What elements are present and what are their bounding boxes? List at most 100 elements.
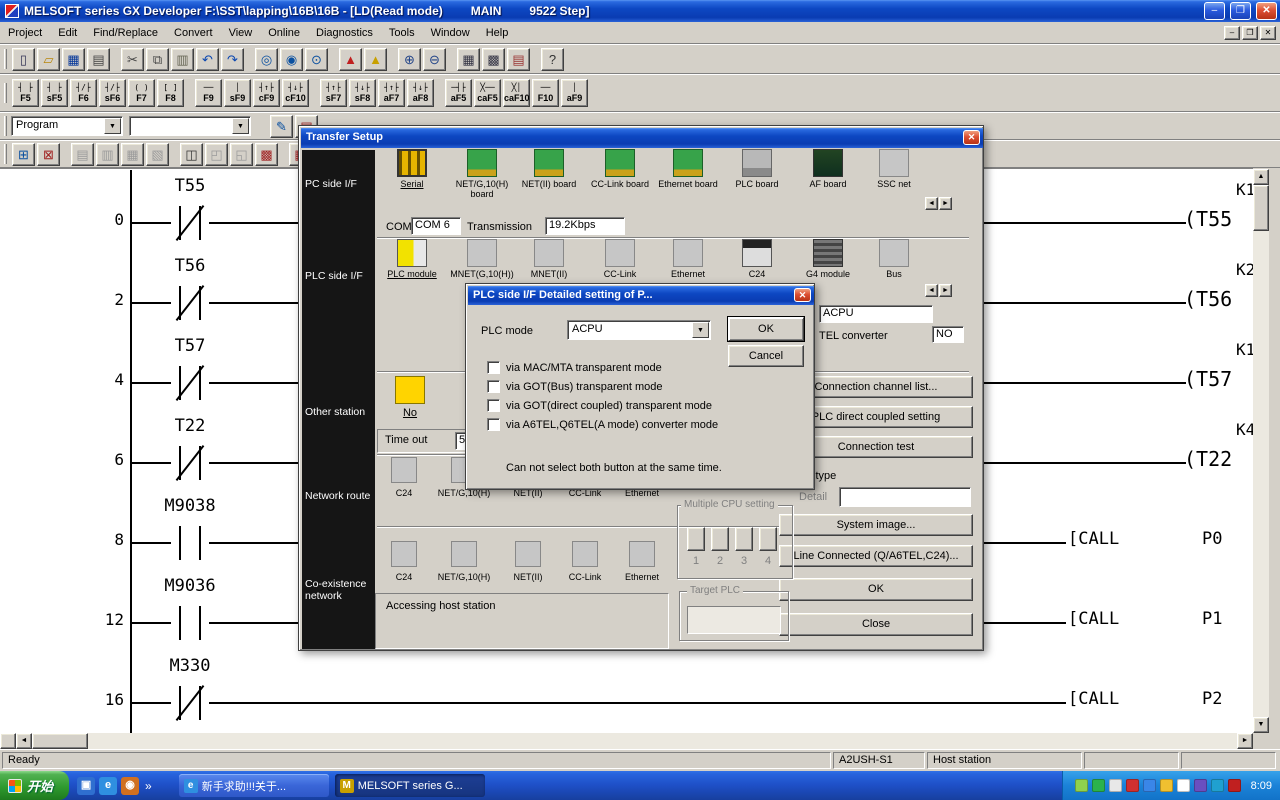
scroll-left-button[interactable]: ◄ — [16, 733, 32, 749]
scroll-right-button[interactable]: ► — [1237, 733, 1253, 749]
sidebar-section-network-route[interactable]: Network route — [305, 490, 371, 502]
cpu-slot-1[interactable] — [687, 527, 705, 551]
fkey-f10-button[interactable]: ──F10 — [532, 79, 559, 107]
open-folder-button[interactable]: ▱ — [37, 48, 60, 71]
monitor-start-button[interactable]: ◱ — [230, 143, 253, 166]
menu-item-convert[interactable]: Convert — [166, 23, 221, 43]
interface-item-bus[interactable]: Bus — [861, 239, 927, 279]
fkey-caf5-button[interactable]: ╳──caF5 — [474, 79, 501, 107]
plc-mode-select[interactable]: ACPU ▼ — [567, 320, 711, 340]
interface-item-mnet-ii[interactable]: MNET(II) — [516, 239, 582, 279]
module-icon[interactable] — [629, 541, 655, 567]
interface-item-ssc-net[interactable]: SSC net — [861, 149, 927, 189]
interface-item-serial[interactable]: Serial — [379, 149, 445, 189]
device-comment-button[interactable]: ⊠ — [37, 143, 60, 166]
toolbar-grip[interactable] — [4, 116, 7, 136]
cpu-slot-4[interactable] — [759, 527, 777, 551]
module-icon[interactable] — [451, 541, 477, 567]
write-mode-button[interactable]: ◫ — [180, 143, 203, 166]
fkey-af8-button[interactable]: ┤↓├aF8 — [407, 79, 434, 107]
copy-button[interactable]: ⧉ — [146, 48, 169, 71]
close-icon[interactable]: ✕ — [794, 288, 811, 302]
restore-button[interactable]: ❐ — [1230, 2, 1251, 20]
program-select[interactable]: Program ▼ — [11, 116, 123, 136]
fkey-af5-button[interactable]: ─┤├aF5 — [445, 79, 472, 107]
tray-icon-6[interactable] — [1160, 779, 1173, 792]
undo-button[interactable]: ↶ — [196, 48, 219, 71]
interface-item-cc-link-board[interactable]: CC-Link board — [587, 149, 653, 189]
interface-item-g4-module[interactable]: G4 module — [795, 239, 861, 279]
fkey-af9-button[interactable]: │aF9 — [561, 79, 588, 107]
fkey-sf7-button[interactable]: ┤↑├sF7 — [320, 79, 347, 107]
scroll-right-icon[interactable]: ► — [939, 284, 952, 297]
menu-item-view[interactable]: View — [221, 23, 261, 43]
close-icon[interactable]: ✕ — [963, 130, 980, 145]
menu-item-tools[interactable]: Tools — [381, 23, 423, 43]
fkey-sf8-button[interactable]: ┤↓├sF8 — [349, 79, 376, 107]
find-button[interactable]: ◎ — [255, 48, 278, 71]
menu-item-project[interactable]: Project — [0, 23, 50, 43]
cancel-button[interactable]: Cancel — [728, 345, 804, 367]
menu-item-diagnostics[interactable]: Diagnostics — [308, 23, 381, 43]
chevron-down-icon[interactable]: ▼ — [692, 322, 709, 338]
fkey-af7-button[interactable]: ┤↑├aF7 — [378, 79, 405, 107]
interface-item-c24[interactable]: C24 — [724, 239, 790, 279]
vertical-scroll-thumb[interactable] — [1253, 185, 1269, 231]
paste-button[interactable]: ▥ — [171, 48, 194, 71]
scroll-down-button[interactable]: ▼ — [1253, 717, 1269, 733]
fkey-f6-button[interactable]: ┤/├F6 — [70, 79, 97, 107]
scroll-left-icon[interactable]: ◄ — [925, 197, 938, 210]
taskbar-task-1[interactable]: e新手求助!!!关于... — [179, 774, 329, 797]
taskbar-task-2[interactable]: MMELSOFT series G... — [335, 774, 485, 797]
tray-icon-4[interactable] — [1126, 779, 1139, 792]
module-icon[interactable] — [391, 457, 417, 483]
grid-button[interactable]: ▤ — [507, 48, 530, 71]
interface-item-cc-link[interactable]: CC-Link — [587, 239, 653, 279]
vertical-scrollbar[interactable]: ▲ ▼ — [1253, 169, 1269, 733]
sidebar-section-plc-side-i-f[interactable]: PLC side I/F — [305, 270, 371, 282]
ladder-view-button[interactable]: ▩ — [255, 143, 278, 166]
menu-item-window[interactable]: Window — [423, 23, 478, 43]
menu-item-online[interactable]: Online — [260, 23, 308, 43]
menu-item-find-replace[interactable]: Find/Replace — [85, 23, 166, 43]
menu-item-help[interactable]: Help — [478, 23, 517, 43]
fkey-f9-button[interactable]: ──F9 — [195, 79, 222, 107]
cpu-slot-3[interactable] — [735, 527, 753, 551]
fkey-f7-button[interactable]: ( )F7 — [128, 79, 155, 107]
no-connection-icon[interactable] — [395, 376, 425, 404]
interface-item-af-board[interactable]: AF board — [795, 149, 861, 189]
module-icon[interactable] — [572, 541, 598, 567]
plc-detail-titlebar[interactable]: PLC side I/F Detailed setting of P... ✕ — [468, 286, 814, 305]
system-image-button[interactable]: System image... — [779, 514, 973, 536]
checkbox[interactable] — [487, 399, 500, 412]
checkbox[interactable] — [487, 418, 500, 431]
line-connected-button[interactable]: Line Connected (Q/A6TEL,C24)... — [779, 545, 973, 567]
help-button[interactable]: ? — [541, 48, 564, 71]
interface-item-net-ii-board[interactable]: NET(II) board — [516, 149, 582, 189]
cut-button[interactable]: ✂ — [121, 48, 144, 71]
interface-item-ethernet[interactable]: Ethernet — [655, 239, 721, 279]
read-mode-button[interactable]: ◰ — [205, 143, 228, 166]
com-port-field[interactable]: COM 6 — [411, 217, 461, 235]
interface-item-net-g-10-h-board[interactable]: NET/G,10(H) board — [449, 149, 515, 199]
tray-icon-7[interactable] — [1177, 779, 1190, 792]
tray-icon-10[interactable] — [1228, 779, 1241, 792]
horizontal-scroll-thumb[interactable] — [32, 733, 88, 749]
find-device-button[interactable]: ◉ — [280, 48, 303, 71]
minimize-button[interactable]: – — [1204, 2, 1225, 20]
quicklaunch-overflow-chevron[interactable]: » — [145, 779, 152, 793]
device-test-button[interactable]: ▦ — [121, 143, 144, 166]
edit-ladder-button[interactable]: ✎ — [270, 115, 293, 138]
module-icon[interactable] — [391, 541, 417, 567]
interface-item-ethernet-board[interactable]: Ethernet board — [655, 149, 721, 189]
statement-button[interactable]: ▤ — [71, 143, 94, 166]
ok-button[interactable]: OK — [728, 317, 804, 341]
interface-item-plc-module[interactable]: PLC module — [379, 239, 445, 279]
print-button[interactable]: ▤ — [87, 48, 110, 71]
fkey-caf10-button[interactable]: ╳│caF10 — [503, 79, 530, 107]
fkey-f8-button[interactable]: [ ]F8 — [157, 79, 184, 107]
monitor-mode-button[interactable]: ▧ — [146, 143, 169, 166]
zoom-in-button[interactable]: ⊕ — [398, 48, 421, 71]
transfer-setup-titlebar[interactable]: Transfer Setup ✕ — [301, 128, 983, 148]
show-desktop-icon[interactable]: ▣ — [77, 777, 95, 795]
